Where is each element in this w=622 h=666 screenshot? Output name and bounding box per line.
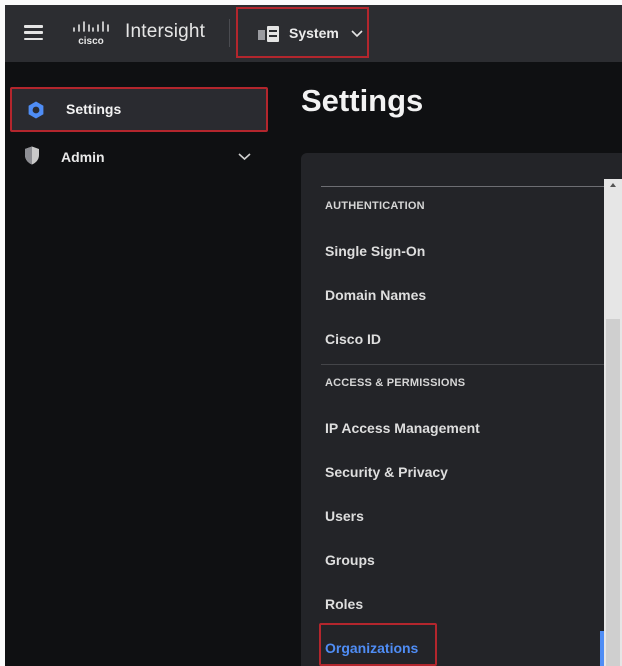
- menu-item-domain-names[interactable]: Domain Names: [325, 287, 426, 303]
- sidebar-item-settings[interactable]: Settings: [10, 87, 268, 132]
- menu-item-security-privacy[interactable]: Security & Privacy: [325, 464, 448, 480]
- sidebar-item-label: Settings: [66, 101, 122, 117]
- menu-item-groups[interactable]: Groups: [325, 552, 375, 568]
- product-name: Intersight: [125, 21, 206, 42]
- menu-item-users[interactable]: Users: [325, 508, 364, 524]
- system-dropdown-button[interactable]: System: [236, 7, 369, 58]
- sidebar-item-label: Admin: [61, 149, 105, 165]
- sidebar: Settings Admin: [5, 62, 281, 666]
- shield-icon: [25, 146, 39, 165]
- chevron-down-icon[interactable]: [238, 152, 251, 161]
- settings-menu-panel: AUTHENTICATION Single Sign-On Domain Nam…: [301, 153, 622, 666]
- cisco-logo: cisco: [73, 21, 109, 47]
- section-heading-authentication: AUTHENTICATION: [325, 200, 425, 212]
- system-label: System: [289, 25, 339, 41]
- page-title: Settings: [301, 83, 424, 118]
- topbar-divider: [229, 19, 230, 47]
- section-divider: [321, 364, 604, 365]
- chevron-down-icon: [351, 30, 363, 38]
- scroll-up-arrow-icon[interactable]: [610, 183, 616, 187]
- menu-item-cisco-id[interactable]: Cisco ID: [325, 331, 381, 347]
- section-heading-access-permissions: ACCESS & PERMISSIONS: [325, 377, 466, 389]
- menu-item-single-sign-on[interactable]: Single Sign-On: [325, 243, 425, 259]
- scrollbar-thumb[interactable]: [606, 319, 620, 666]
- app-window: cisco Intersight System Settings Admin S…: [5, 5, 622, 666]
- sidebar-item-admin[interactable]: Admin: [5, 136, 275, 176]
- panel-divider: [321, 186, 604, 187]
- active-item-indicator: [600, 631, 604, 666]
- gear-icon: [28, 101, 44, 119]
- server-icon: [258, 26, 279, 42]
- top-bar: cisco Intersight System: [5, 5, 622, 62]
- hamburger-menu-icon[interactable]: [24, 25, 43, 41]
- menu-item-organizations[interactable]: Organizations: [325, 640, 418, 656]
- menu-item-roles[interactable]: Roles: [325, 596, 363, 612]
- cisco-logo-text: cisco: [78, 36, 104, 47]
- menu-item-ip-access-management[interactable]: IP Access Management: [325, 420, 480, 436]
